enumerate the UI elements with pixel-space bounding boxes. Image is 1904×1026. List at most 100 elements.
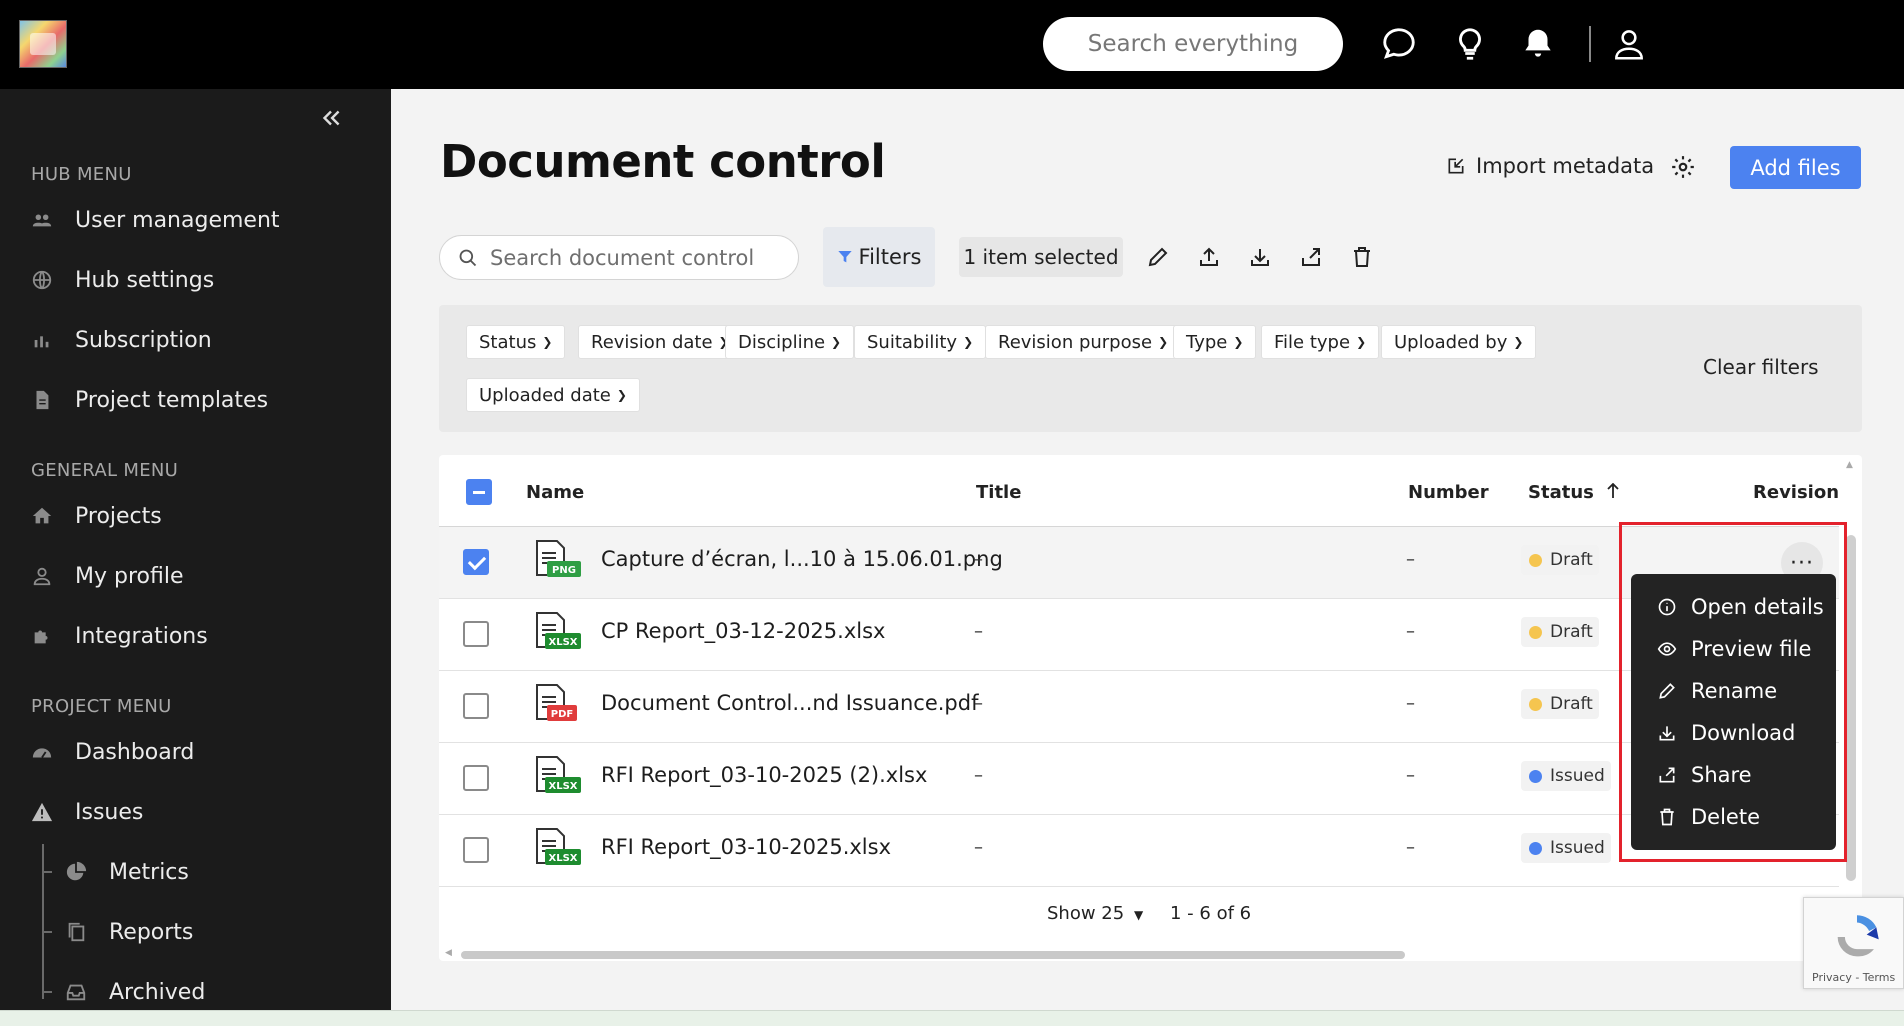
- pencil-icon[interactable]: [1146, 245, 1170, 269]
- page-title: Document control: [440, 135, 886, 188]
- sidebar-item-my-profile[interactable]: My profile: [31, 556, 184, 596]
- column-revision[interactable]: Revision: [1753, 482, 1839, 503]
- status-dot: [1529, 553, 1542, 567]
- status-dot: [1529, 625, 1542, 639]
- clear-filters-button[interactable]: Clear filters: [1703, 355, 1819, 379]
- row-checkbox[interactable]: [463, 549, 489, 575]
- filter-status[interactable]: Status ❯: [466, 325, 566, 359]
- chat-icon[interactable]: [1380, 25, 1418, 63]
- filter-discipline[interactable]: Discipline ❯: [725, 325, 855, 359]
- page-size-select[interactable]: Show 25 ▼: [1047, 903, 1143, 924]
- file-title: –: [974, 837, 983, 858]
- copy-icon: [65, 921, 87, 943]
- hub-logo[interactable]: [19, 20, 67, 68]
- sidebar-item-projects[interactable]: Projects: [31, 496, 162, 536]
- sidebar-item-metrics[interactable]: Metrics: [65, 852, 189, 892]
- topbar-divider: [1589, 26, 1591, 62]
- sidebar-item-project-templates[interactable]: Project templates: [31, 380, 268, 420]
- scroll-left-arrow[interactable]: ◀: [445, 948, 452, 958]
- puzzle-icon: [31, 625, 53, 647]
- row-checkbox[interactable]: [463, 765, 489, 791]
- filter-revision-date[interactable]: Revision date ❯: [578, 325, 742, 359]
- project-menu-heading: PROJECT MENU: [31, 696, 172, 717]
- global-search-input[interactable]: Search everything: [1043, 17, 1343, 71]
- search-icon: [459, 249, 477, 266]
- sidebar-item-user-management[interactable]: User management: [31, 200, 280, 240]
- file-name[interactable]: Capture d’écran, l...10 à 15.06.01.png: [601, 547, 1003, 571]
- filter-file-type[interactable]: File type ❯: [1261, 325, 1380, 359]
- chevron-down-icon: ▼: [1133, 908, 1144, 922]
- chevron-down-icon: ❯: [1158, 335, 1169, 349]
- sidebar-item-issues[interactable]: Issues: [31, 792, 143, 832]
- selection-count-badge: 1 item selected: [959, 237, 1123, 277]
- file-title: –: [974, 621, 983, 642]
- svg-text:PDF: PDF: [551, 709, 573, 720]
- sidebar-item-label: Issues: [75, 799, 144, 825]
- home-icon: [31, 505, 53, 527]
- filter-revision-purpose[interactable]: Revision purpose ❯: [985, 325, 1182, 359]
- file-title: –: [974, 549, 983, 570]
- filter-uploaded-date[interactable]: Uploaded date ❯: [466, 378, 640, 412]
- vertical-scrollbar[interactable]: [1846, 535, 1856, 881]
- column-number[interactable]: Number: [1408, 482, 1489, 503]
- document-icon: [31, 389, 53, 411]
- filter-panel: Status ❯ Revision date ❯ Discipline ❯ Suita…: [439, 305, 1862, 432]
- status-badge: Draft: [1521, 617, 1599, 647]
- select-all-checkbox[interactable]: [466, 479, 492, 505]
- filters-button[interactable]: Filters: [823, 227, 935, 287]
- pagination-range: 1 - 6 of 6: [1170, 903, 1252, 924]
- sidebar-item-reports[interactable]: Reports: [65, 912, 193, 952]
- recaptcha-terms[interactable]: Privacy - Terms: [1812, 971, 1895, 984]
- row-checkbox[interactable]: [463, 837, 489, 863]
- file-title: –: [974, 765, 983, 786]
- file-number: –: [1406, 837, 1415, 858]
- sidebar-item-label: Projects: [75, 503, 162, 529]
- row-checkbox[interactable]: [463, 693, 489, 719]
- row-checkbox[interactable]: [463, 621, 489, 647]
- annotation-highlight-box: [1619, 522, 1847, 862]
- collapse-sidebar-icon[interactable]: [318, 105, 344, 131]
- sidebar-item-subscription[interactable]: Subscription: [31, 320, 212, 360]
- xlsx-file-icon: XLSX: [536, 756, 581, 793]
- chevron-down-icon: ❯: [616, 388, 627, 402]
- download-icon[interactable]: [1248, 245, 1272, 269]
- sidebar-item-archived[interactable]: Archived: [65, 972, 205, 1012]
- share-icon[interactable]: [1299, 245, 1323, 269]
- xlsx-file-icon: XLSX: [536, 612, 581, 649]
- horizontal-scrollbar[interactable]: [461, 951, 1405, 959]
- add-files-button[interactable]: Add files: [1730, 146, 1861, 189]
- submenu-tree-line: [42, 844, 44, 999]
- general-menu-heading: GENERAL MENU: [31, 460, 179, 481]
- filter-uploaded-by[interactable]: Uploaded by ❯: [1381, 325, 1537, 359]
- column-status[interactable]: Status: [1528, 482, 1620, 503]
- sidebar-item-label: Dashboard: [75, 739, 195, 765]
- file-name[interactable]: RFI Report_03-10-2025 (2).xlsx: [601, 763, 927, 787]
- sidebar-item-integrations[interactable]: Integrations: [31, 616, 208, 656]
- column-name[interactable]: Name: [526, 482, 584, 503]
- filter-suitability[interactable]: Suitability ❯: [854, 325, 987, 359]
- file-name[interactable]: RFI Report_03-10-2025.xlsx: [601, 835, 891, 859]
- filter-type[interactable]: Type ❯: [1173, 325, 1257, 359]
- recaptcha-badge[interactable]: Privacy - Terms: [1803, 897, 1904, 989]
- bell-icon[interactable]: [1519, 25, 1557, 63]
- file-name[interactable]: CP Report_03-12-2025.xlsx: [601, 619, 885, 643]
- sidebar-item-hub-settings[interactable]: Hub settings: [31, 260, 214, 300]
- trash-icon[interactable]: [1350, 245, 1374, 269]
- column-title[interactable]: Title: [976, 482, 1021, 503]
- file-number: –: [1406, 693, 1415, 714]
- lightbulb-icon[interactable]: [1451, 25, 1489, 63]
- upload-icon[interactable]: [1197, 245, 1221, 269]
- sidebar-item-label: Integrations: [75, 623, 208, 649]
- file-name[interactable]: Document Control...nd Issuance.pdf: [601, 691, 978, 715]
- sidebar-item-label: Project templates: [75, 387, 269, 413]
- sidebar-item-label: Metrics: [109, 859, 189, 885]
- sidebar-item-dashboard[interactable]: Dashboard: [31, 732, 194, 772]
- chevron-down-icon: ❯: [1233, 335, 1244, 349]
- gear-icon[interactable]: [1670, 154, 1696, 180]
- user-icon[interactable]: [1610, 25, 1648, 63]
- document-search-field[interactable]: [439, 235, 799, 280]
- import-metadata-button[interactable]: Import metadata: [1446, 154, 1654, 178]
- scroll-up-arrow[interactable]: ▲: [1846, 460, 1853, 470]
- sort-ascending-icon: [1607, 482, 1619, 498]
- document-search-input[interactable]: [490, 245, 780, 270]
